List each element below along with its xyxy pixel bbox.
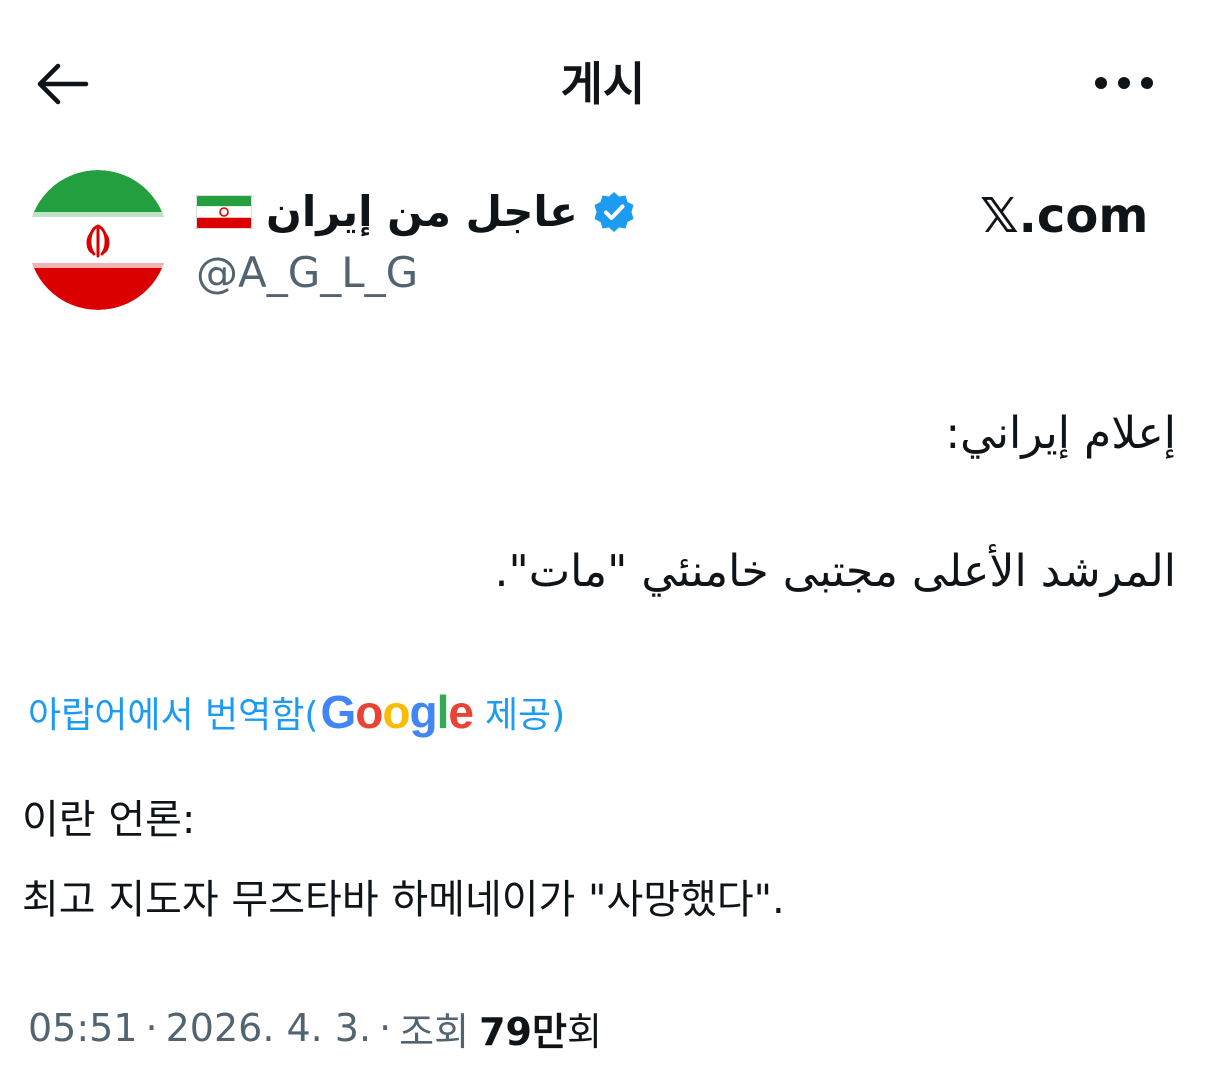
watermark-text: 𝕏.com xyxy=(980,188,1149,244)
post-translation-line-2: 최고 지도자 무즈타바 하메네이가 "사망했다". xyxy=(22,877,785,923)
translation-label-suffix: 제공) xyxy=(484,695,566,736)
post-date[interactable]: 2026. 4. 3. xyxy=(166,1006,371,1050)
translation-attribution[interactable]: 아랍어에서 번역함( Google 제공) xyxy=(28,684,565,740)
post-translation-line-1: 이란 언론: xyxy=(22,797,196,843)
avatar[interactable] xyxy=(28,170,168,310)
meta-separator: · xyxy=(145,1006,158,1050)
author-name-row: عاجل من إيران xyxy=(196,180,636,244)
translation-label-prefix: 아랍어에서 번역함( xyxy=(28,695,319,736)
post-original-line-2: المرشد الأعلى مجتبى خامنئي "مات". xyxy=(494,546,1176,597)
iran-flag-icon xyxy=(196,195,252,229)
post-time[interactable]: 05:51 xyxy=(28,1006,138,1050)
google-logo: Google xyxy=(320,686,473,738)
more-options-button[interactable] xyxy=(1084,62,1164,106)
views-label: 조회 xyxy=(399,1009,470,1054)
author-handle[interactable]: @A_G_L_G xyxy=(196,244,418,302)
more-horizontal-icon xyxy=(1094,75,1154,94)
page-title: 게시 xyxy=(560,57,646,111)
views-count: 79만 xyxy=(479,1009,567,1054)
views-suffix: 회 xyxy=(566,1009,602,1054)
author-name[interactable]: عاجل من إيران xyxy=(266,180,578,244)
post-original-line-1: إعلام إيراني: xyxy=(945,408,1176,459)
verified-badge-icon xyxy=(592,190,636,234)
meta-separator: · xyxy=(379,1006,392,1050)
post-meta: 05:51 · 2026. 4. 3. · 조회 79만 회 xyxy=(28,1000,602,1056)
